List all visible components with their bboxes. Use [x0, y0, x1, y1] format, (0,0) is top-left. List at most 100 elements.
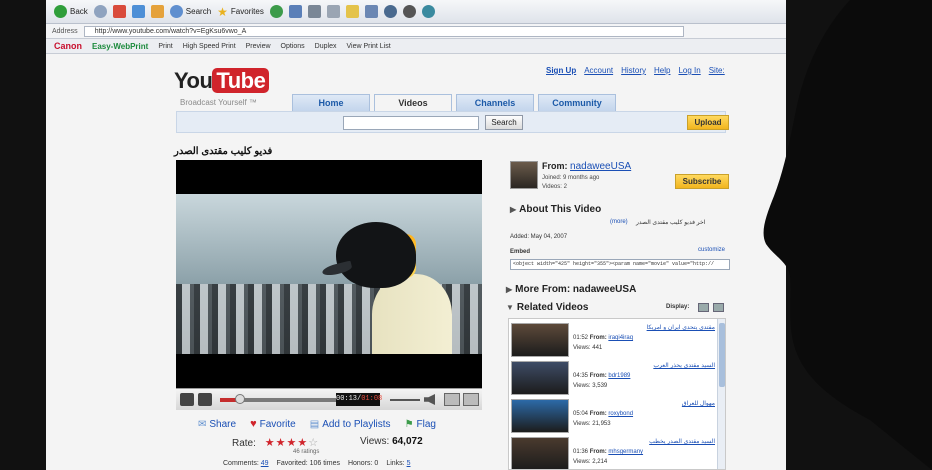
related-video-title[interactable]: مقتدى يتحدى ايران و امريكا: [573, 324, 715, 331]
forward-arrow-icon[interactable]: [93, 5, 107, 18]
flag-icon: ⚑: [404, 418, 414, 430]
related-user-link[interactable]: roxybond: [608, 411, 633, 417]
options-button[interactable]: Options: [281, 43, 305, 50]
grid-view-icon[interactable]: [713, 303, 724, 312]
rewind-icon[interactable]: [198, 393, 212, 406]
display-label: Display:: [666, 304, 690, 310]
star-icon[interactable]: ★: [286, 437, 297, 449]
customize-link[interactable]: customize: [698, 247, 725, 253]
embed-label: Embed: [510, 249, 531, 255]
search-submit-button[interactable]: Search: [485, 115, 523, 130]
embed-code-field[interactable]: <object width="425" height="355"><param …: [510, 259, 730, 270]
account-links: Sign Up Account History Help Log In Site…: [546, 66, 725, 75]
video-frame[interactable]: [176, 194, 482, 354]
main-nav-tabs: Home Videos Channels Community: [292, 94, 616, 111]
list-view-icon[interactable]: [698, 303, 709, 312]
add-to-playlists-button[interactable]: ▤ Add to Playlists: [310, 418, 391, 430]
channel-link[interactable]: nadaweeUSA: [570, 161, 631, 172]
messenger-icon[interactable]: [383, 5, 397, 18]
home-icon[interactable]: [150, 5, 164, 18]
volume-slider[interactable]: [390, 399, 420, 401]
list-item[interactable]: مقتدى يتحدى ايران و امريكا 01:52 From: i…: [509, 321, 719, 359]
list-item[interactable]: مهوال للعراق 05:04 From: roxybond Views:…: [509, 397, 719, 435]
stop-icon[interactable]: [112, 5, 126, 18]
account-link[interactable]: Account: [584, 66, 613, 75]
tab-community[interactable]: Community: [538, 94, 616, 111]
pause-icon[interactable]: [180, 393, 194, 406]
related-scrollbar[interactable]: [717, 319, 725, 469]
share-icon: ✉: [198, 418, 207, 430]
address-input[interactable]: http://www.youtube.com/watch?v=EgKsu6vwo…: [83, 25, 684, 37]
discuss-icon[interactable]: [402, 5, 416, 18]
edit-icon[interactable]: [326, 5, 340, 18]
joined-date: Joined: 9 months ago: [542, 175, 600, 181]
history-link[interactable]: History: [621, 66, 646, 75]
subscribe-button[interactable]: Subscribe: [675, 174, 729, 189]
video-stats: Comments: 49 Favorited: 106 times Honors…: [223, 460, 411, 467]
star-rating[interactable]: ★★★★☆: [265, 437, 319, 449]
star-icon[interactable]: ★: [297, 437, 308, 449]
youtube-logo[interactable]: You Tube: [174, 68, 270, 94]
fullscreen-icon[interactable]: [463, 393, 479, 406]
upload-button[interactable]: Upload: [687, 115, 729, 130]
video-thumbnail[interactable]: [511, 361, 569, 395]
canon-print-button[interactable]: Print: [158, 43, 172, 50]
easy-webprint-menu[interactable]: Easy-WebPrint: [92, 42, 148, 51]
related-video-title[interactable]: السيد مقتدى يحذر العرب: [573, 362, 715, 369]
log-in-link[interactable]: Log In: [678, 66, 700, 75]
tab-home[interactable]: Home: [292, 94, 370, 111]
related-video-title[interactable]: السيد مقتدى الصدر يخطب: [573, 438, 715, 445]
flag-button[interactable]: ⚑ Flag: [405, 418, 436, 430]
research-icon[interactable]: [364, 5, 378, 18]
tab-channels[interactable]: Channels: [456, 94, 534, 111]
penguin-head: [336, 222, 416, 288]
high-speed-print-button[interactable]: High Speed Print: [183, 43, 236, 50]
view-print-list-button[interactable]: View Print List: [346, 43, 390, 50]
video-thumbnail[interactable]: [511, 399, 569, 433]
sign-up-link[interactable]: Sign Up: [546, 66, 576, 75]
related-videos-toggle[interactable]: ▼ Related Videos: [506, 302, 588, 313]
about-toggle[interactable]: ▶ About This Video: [510, 204, 601, 215]
related-video-title[interactable]: مهوال للعراق: [573, 400, 715, 407]
site-selector[interactable]: Site:: [709, 66, 725, 75]
related-user-link[interactable]: iraqi4iraq: [608, 335, 633, 341]
list-item[interactable]: السيد مقتدى الصدر يخطب 01:36 From: mhsge…: [509, 435, 719, 469]
search-button[interactable]: Search: [169, 5, 211, 18]
related-user-link[interactable]: bdr1989: [608, 373, 630, 379]
star-empty-icon[interactable]: ☆: [308, 437, 319, 449]
related-user-link[interactable]: mhsgermany: [608, 449, 643, 455]
progress-knob[interactable]: [234, 394, 245, 404]
playlist-icon: ▤: [309, 418, 320, 430]
avatar[interactable]: [510, 161, 538, 189]
comments-link[interactable]: 49: [261, 460, 269, 467]
back-button[interactable]: Back: [54, 5, 88, 18]
volume-icon[interactable]: [424, 394, 435, 405]
share-button[interactable]: ✉ Share: [198, 418, 236, 430]
preview-button[interactable]: Preview: [246, 43, 271, 50]
more-link[interactable]: (more): [610, 219, 628, 225]
video-thumbnail[interactable]: [511, 323, 569, 357]
scrollbar-thumb[interactable]: [719, 323, 725, 387]
tab-videos[interactable]: Videos: [374, 94, 452, 111]
refresh-icon[interactable]: [131, 5, 145, 18]
folder-icon[interactable]: [345, 5, 359, 18]
video-thumbnail[interactable]: [511, 437, 569, 469]
list-item[interactable]: السيد مقتدى يحذر العرب 04:35 From: bdr19…: [509, 359, 719, 397]
print-icon[interactable]: [307, 5, 321, 18]
video-player[interactable]: 00:13/01:08: [176, 160, 482, 410]
star-icon[interactable]: ★: [265, 437, 276, 449]
canon-logo: Canon: [54, 41, 82, 51]
normal-size-icon[interactable]: [444, 393, 460, 406]
more-from-toggle[interactable]: ▶ More From: nadaweeUSA: [506, 284, 636, 295]
favorite-button[interactable]: ♥ Favorite: [250, 418, 296, 430]
search-input[interactable]: [343, 116, 479, 130]
duplex-button[interactable]: Duplex: [315, 43, 337, 50]
triangle-right-icon: ▶: [506, 285, 513, 294]
tools-icon[interactable]: [421, 5, 435, 18]
history-icon[interactable]: [269, 5, 283, 18]
mail-icon[interactable]: [288, 5, 302, 18]
links-link[interactable]: 5: [407, 460, 411, 467]
favorites-button[interactable]: ★ Favorites: [217, 5, 264, 19]
help-link[interactable]: Help: [654, 66, 670, 75]
star-icon[interactable]: ★: [276, 437, 287, 449]
